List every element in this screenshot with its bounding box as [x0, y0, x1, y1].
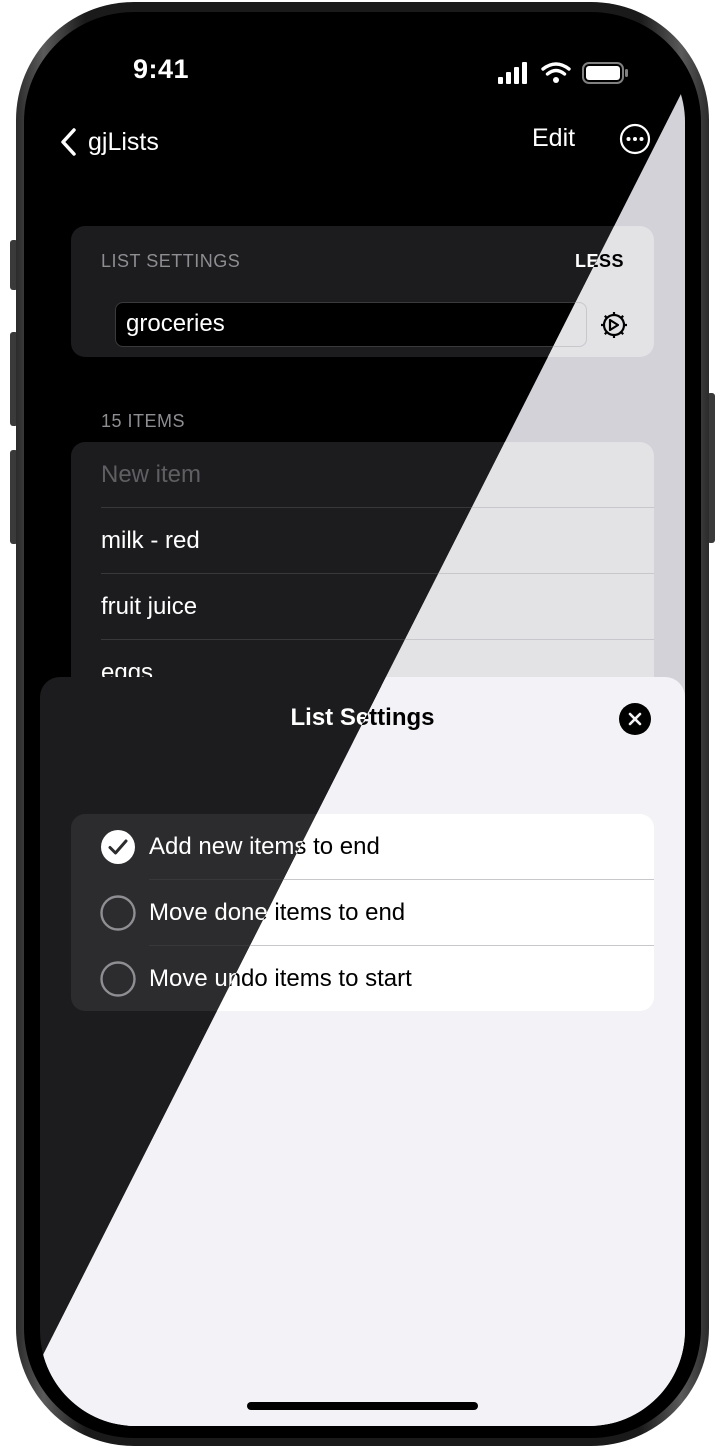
- status-bar: 9:41: [40, 26, 685, 116]
- close-icon[interactable]: [619, 703, 651, 735]
- ellipsis-circle-icon[interactable]: [619, 123, 651, 155]
- back-button-label: gjLists: [88, 127, 159, 156]
- gear-icon[interactable]: [599, 310, 629, 340]
- status-icons: [498, 62, 628, 84]
- list-name-field[interactable]: groceries: [115, 302, 587, 347]
- checkmark-icon: [101, 830, 135, 864]
- status-time: 9:41: [133, 54, 190, 84]
- back-button[interactable]: gjLists: [58, 122, 208, 162]
- empty-circle-icon: [100, 895, 136, 931]
- empty-circle-icon: [100, 961, 136, 997]
- chevron-left-icon: [61, 128, 76, 156]
- battery-icon: [582, 62, 628, 84]
- device-mockup: 9:41 gjLists Edit LIST SETTINGS grocerie…: [0, 0, 725, 1450]
- signal-icon: [498, 62, 527, 84]
- screen: 9:41 gjLists Edit LIST SETTINGS grocerie…: [40, 26, 685, 1426]
- list-settings-header: LIST SETTINGS: [101, 251, 241, 271]
- home-indicator: [247, 1402, 478, 1410]
- items-count-label: 15 ITEMS: [101, 411, 186, 431]
- edit-button[interactable]: Edit: [532, 124, 575, 153]
- wifi-icon: [541, 62, 571, 76]
